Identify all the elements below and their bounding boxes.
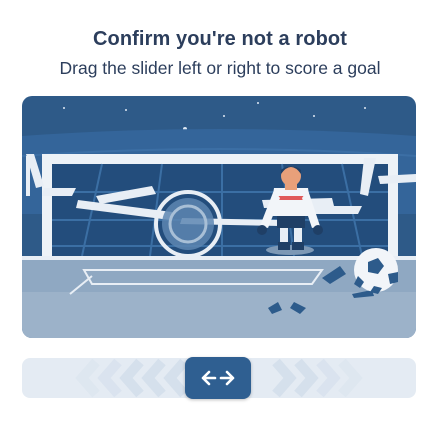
captcha-instruction: Drag the slider left or right to score a… — [59, 58, 381, 78]
goal-scene — [22, 96, 416, 338]
target-ring — [154, 190, 222, 258]
slider-handle[interactable] — [185, 357, 251, 399]
captcha-title: Confirm you're not a robot — [92, 28, 348, 50]
left-right-arrows-icon — [201, 370, 235, 386]
